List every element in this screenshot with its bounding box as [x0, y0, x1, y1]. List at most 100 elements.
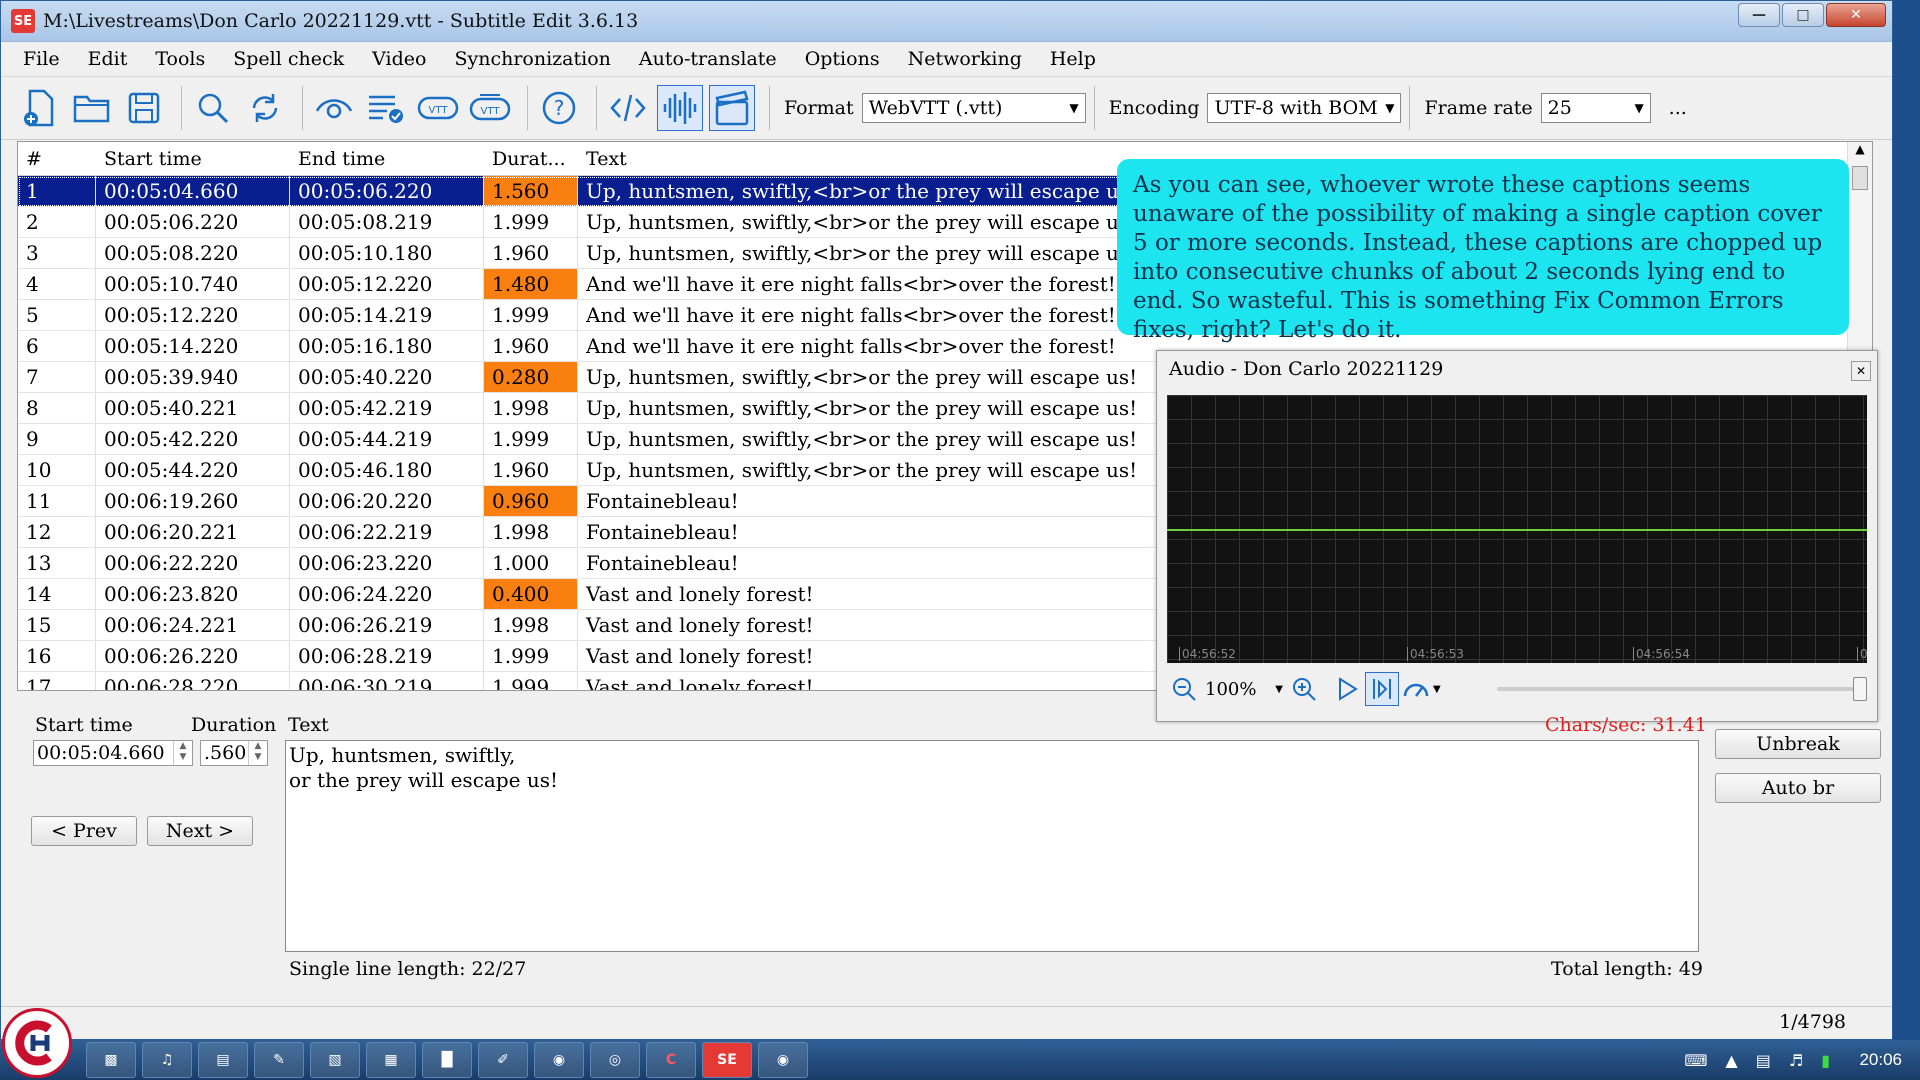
format-value: WebVTT (.vtt)	[868, 97, 1003, 119]
header-start-time[interactable]: Start time	[96, 148, 290, 170]
zoom-in-icon[interactable]	[1287, 672, 1321, 706]
play-selection-icon[interactable]	[1365, 672, 1399, 706]
show-hidden-icon[interactable]: ▲	[1725, 1051, 1737, 1070]
zoom-out-icon[interactable]	[1167, 672, 1201, 706]
app-icon: SE	[11, 9, 35, 33]
taskbar-speaker-icon[interactable]: ♫	[142, 1042, 192, 1078]
taskbar-calculator-icon[interactable]: ▦	[366, 1042, 416, 1078]
row-start-time: 00:05:44.220	[96, 455, 290, 485]
menu-edit[interactable]: Edit	[88, 48, 128, 70]
menu-options[interactable]: Options	[805, 48, 880, 70]
taskbar-ccleaner-icon[interactable]: C	[646, 1042, 696, 1078]
window-title: M:\Livestreams\Don Carlo 20221129.vtt - …	[43, 10, 639, 32]
taskbar-paint-icon[interactable]: ✐	[478, 1042, 528, 1078]
save-icon[interactable]	[121, 85, 167, 131]
framerate-select[interactable]: 25 ▼	[1540, 93, 1651, 123]
unbreak-button[interactable]: Unbreak	[1715, 729, 1881, 759]
battery-icon[interactable]: ▮	[1821, 1051, 1830, 1070]
row-number: 17	[18, 672, 96, 690]
close-button[interactable]: ✕	[1826, 3, 1886, 27]
taskbar-media-icon[interactable]: ◉	[758, 1042, 808, 1078]
taskbar-notepad-icon[interactable]: ✎	[254, 1042, 304, 1078]
taskbar-terminal-icon[interactable]: ▩	[86, 1042, 136, 1078]
row-start-time: 00:05:42.220	[96, 424, 290, 454]
subtitle-text-area[interactable]: Up, huntsmen, swiftly, or the prey will …	[285, 740, 1699, 952]
play-icon[interactable]	[1331, 672, 1365, 706]
format-select[interactable]: WebVTT (.vtt) ▼	[861, 93, 1086, 123]
clock[interactable]: 20:06	[1859, 1050, 1902, 1070]
speed-gauge-icon[interactable]	[1399, 672, 1433, 706]
menu-auto-translate[interactable]: Auto-translate	[639, 48, 777, 70]
toolbar-more[interactable]: ...	[1669, 97, 1687, 119]
spell-check-icon[interactable]	[363, 85, 409, 131]
menu-video[interactable]: Video	[372, 48, 426, 70]
menu-networking[interactable]: Networking	[908, 48, 1022, 70]
text-label: Text	[288, 714, 329, 736]
keyboard-icon[interactable]: ⌨	[1684, 1051, 1707, 1070]
row-number: 9	[18, 424, 96, 454]
position-slider-thumb[interactable]	[1853, 677, 1867, 701]
close-icon[interactable]: ✕	[1851, 361, 1871, 381]
duration-input[interactable]: .560 ▲ ▼	[200, 740, 268, 766]
taskbar-folder-icon[interactable]: ▧	[310, 1042, 360, 1078]
row-end-time: 00:05:44.219	[290, 424, 484, 454]
video-toggle-icon[interactable]	[709, 85, 755, 131]
row-number: 10	[18, 455, 96, 485]
prev-button[interactable]: < Prev	[31, 816, 137, 846]
taskbar-network-icon[interactable]: ▤	[198, 1042, 248, 1078]
taskbar-console-icon[interactable]: █	[422, 1042, 472, 1078]
find-icon[interactable]	[190, 85, 236, 131]
svg-text:VTT: VTT	[481, 106, 501, 117]
new-file-icon[interactable]	[17, 85, 63, 131]
waveform-line	[1167, 529, 1867, 531]
network-tray-icon[interactable]: ▤	[1756, 1051, 1771, 1070]
menu-file[interactable]: File	[23, 48, 60, 70]
spinner-icon[interactable]: ▲ ▼	[248, 741, 267, 765]
menu-synchronization[interactable]: Synchronization	[454, 48, 610, 70]
help-icon[interactable]: ?	[536, 85, 582, 131]
beautify-time-codes-icon[interactable]: VTT	[467, 85, 513, 131]
source-view-icon[interactable]	[605, 85, 651, 131]
header-number[interactable]: #	[18, 148, 96, 170]
chars-per-second: Chars/sec: 31.41	[1545, 714, 1707, 736]
taskbar-firefox-icon[interactable]: ◉	[534, 1042, 584, 1078]
scroll-thumb[interactable]	[1852, 166, 1868, 190]
waveform-toggle-icon[interactable]	[657, 85, 703, 131]
start-time-input[interactable]: 00:05:04.660 ▲ ▼	[33, 740, 193, 766]
chevron-down-icon[interactable]: ▼	[1433, 684, 1441, 695]
visual-sync-icon[interactable]	[311, 85, 357, 131]
taskbar-chrome-icon[interactable]: ◎	[590, 1042, 640, 1078]
menu-spell-check[interactable]: Spell check	[233, 48, 344, 70]
volume-icon[interactable]: ♬	[1789, 1051, 1803, 1070]
position-slider[interactable]	[1497, 687, 1857, 691]
encoding-value: UTF-8 with BOM	[1214, 97, 1378, 119]
audio-panel-title: Audio - Don Carlo 20221129	[1169, 358, 1444, 380]
next-button[interactable]: Next >	[147, 816, 253, 846]
open-folder-icon[interactable]	[69, 85, 115, 131]
start-button-logo[interactable]	[2, 1008, 72, 1078]
replace-icon[interactable]	[242, 85, 288, 131]
spinner-icon[interactable]: ▲ ▼	[173, 741, 192, 765]
taskbar-subtitle-edit-icon[interactable]: SE	[702, 1042, 752, 1078]
menu-tools[interactable]: Tools	[155, 48, 205, 70]
scroll-up-icon[interactable]: ▲	[1848, 142, 1872, 162]
row-end-time: 00:06:28.219	[290, 641, 484, 671]
encoding-select[interactable]: UTF-8 with BOM ▼	[1207, 93, 1402, 123]
row-number: 2	[18, 207, 96, 237]
netflix-check-icon[interactable]: VTT	[415, 85, 461, 131]
menu-help[interactable]: Help	[1050, 48, 1096, 70]
minimize-button[interactable]: —	[1738, 3, 1780, 27]
title-bar: SE M:\Livestreams\Don Carlo 20221129.vtt…	[1, 1, 1892, 42]
waveform[interactable]: 04:56:52 04:56:53 04:56:54 0	[1167, 395, 1868, 663]
header-end-time[interactable]: End time	[290, 148, 484, 170]
row-end-time: 00:06:26.219	[290, 610, 484, 640]
row-start-time: 00:05:06.220	[96, 207, 290, 237]
row-end-time: 00:06:30.219	[290, 672, 484, 690]
row-number: 14	[18, 579, 96, 609]
auto-br-button[interactable]: Auto br	[1715, 773, 1881, 803]
zoom-select[interactable]: 100% ▼	[1201, 675, 1287, 703]
maximize-button[interactable]: □	[1782, 3, 1824, 27]
toolbar-separator	[1409, 86, 1411, 130]
header-duration[interactable]: Durat...	[484, 148, 578, 170]
row-start-time: 00:05:40.221	[96, 393, 290, 423]
